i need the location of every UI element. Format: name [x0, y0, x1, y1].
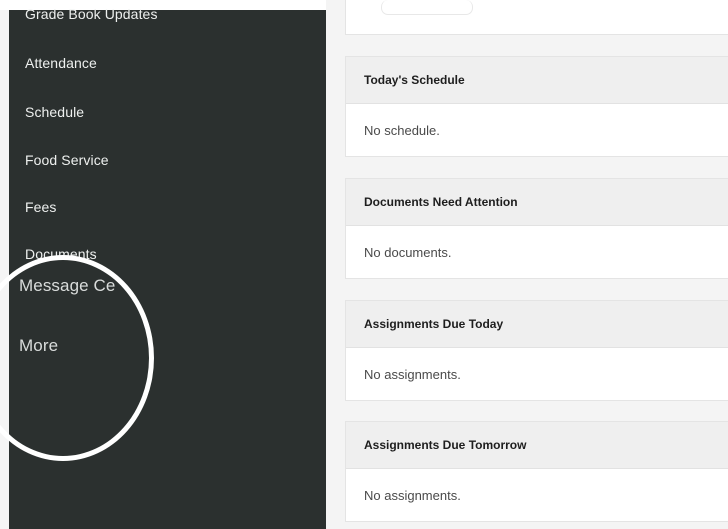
sidebar-item-fees[interactable]: Fees: [25, 199, 57, 215]
card-title: Assignments Due Today: [346, 301, 728, 348]
card-title: Today's Schedule: [346, 57, 728, 104]
sidebar-item-more[interactable]: More: [19, 336, 58, 356]
partial-button[interactable]: [381, 0, 473, 15]
card-title: Assignments Due Tomorrow: [346, 422, 728, 469]
main-content: Today's Schedule No schedule. Documents …: [326, 0, 728, 529]
card-empty-message: No documents.: [364, 244, 452, 260]
card-documents-need-attention: Documents Need Attention No documents.: [345, 178, 728, 279]
sidebar-item-attendance[interactable]: Attendance: [25, 55, 97, 71]
card-assignments-due-tomorrow: Assignments Due Tomorrow No assignments.: [345, 421, 728, 522]
sidebar-item-grade-book-updates[interactable]: Grade Book Updates: [25, 6, 158, 22]
card-empty-message: No schedule.: [364, 122, 440, 138]
sidebar-item-schedule[interactable]: Schedule: [25, 104, 84, 120]
app-window: Grade Book Updates Attendance Schedule F…: [0, 0, 728, 529]
partial-card: [345, 0, 728, 35]
sidebar-item-documents[interactable]: Documents: [25, 246, 97, 262]
sidebar-item-message-center[interactable]: Message Ce: [19, 276, 115, 296]
card-empty-message: No assignments.: [364, 487, 461, 503]
sidebar-nav: Grade Book Updates Attendance Schedule F…: [9, 6, 326, 529]
card-title: Documents Need Attention: [346, 179, 728, 226]
card-todays-schedule: Today's Schedule No schedule.: [345, 56, 728, 157]
sidebar-item-food-service[interactable]: Food Service: [25, 152, 109, 168]
card-empty-message: No assignments.: [364, 366, 461, 382]
card-assignments-due-today: Assignments Due Today No assignments.: [345, 300, 728, 401]
